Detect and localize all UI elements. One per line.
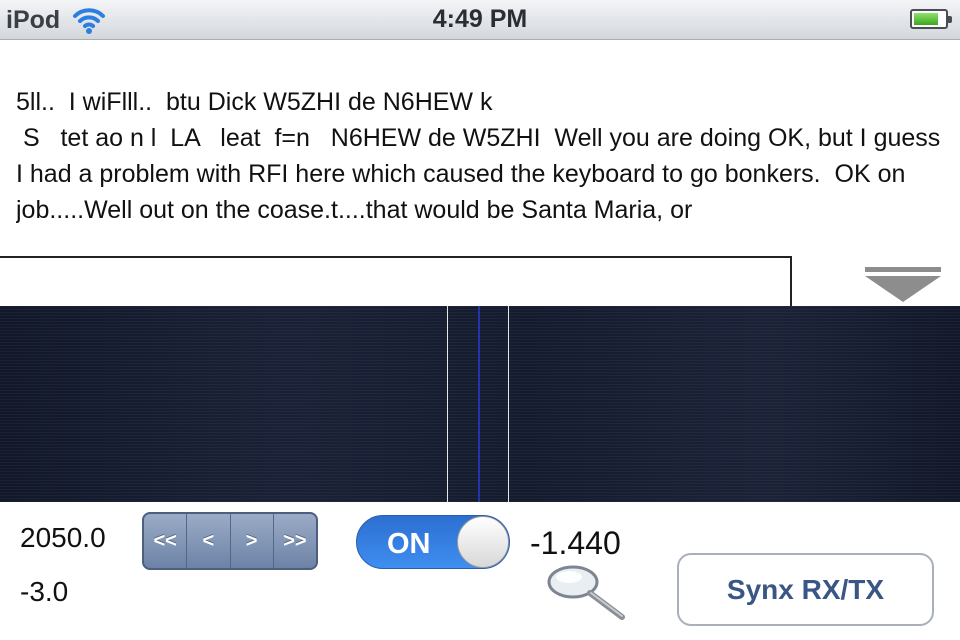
- transmit-text-input[interactable]: [0, 256, 792, 308]
- tune-right-button[interactable]: >: [231, 514, 274, 568]
- tune-fast-right-button[interactable]: >>: [274, 514, 316, 568]
- signal-reading: -1.440: [530, 525, 621, 561]
- offset-readout: -3.0: [20, 576, 69, 607]
- magnifier-icon[interactable]: [546, 562, 628, 622]
- bandwidth-marker-right: [508, 306, 509, 502]
- bandwidth-marker-left: [447, 306, 448, 502]
- battery-icon: [910, 9, 952, 29]
- tune-fast-left-button[interactable]: <<: [144, 514, 188, 568]
- double-down-arrow-icon[interactable]: [864, 267, 942, 303]
- decoded-text: 5ll.. I wiFlll.. btu Dick W5ZHI de N6HEW…: [16, 88, 941, 224]
- power-toggle[interactable]: ON: [356, 515, 510, 569]
- status-time: 4:49 PM: [432, 5, 528, 33]
- center-frequency-marker: [478, 306, 480, 502]
- toggle-label: ON: [387, 528, 431, 560]
- waterfall-display[interactable]: [0, 306, 960, 502]
- tune-left-button[interactable]: <: [187, 514, 231, 568]
- status-bar: iPod 4:49 PM: [0, 0, 960, 40]
- sync-rx-tx-button[interactable]: Synx RX/TX: [677, 553, 934, 626]
- tune-segmented-control: << < > >>: [142, 512, 318, 570]
- frequency-readout: 2050.0: [20, 522, 106, 553]
- toggle-knob: [457, 516, 509, 568]
